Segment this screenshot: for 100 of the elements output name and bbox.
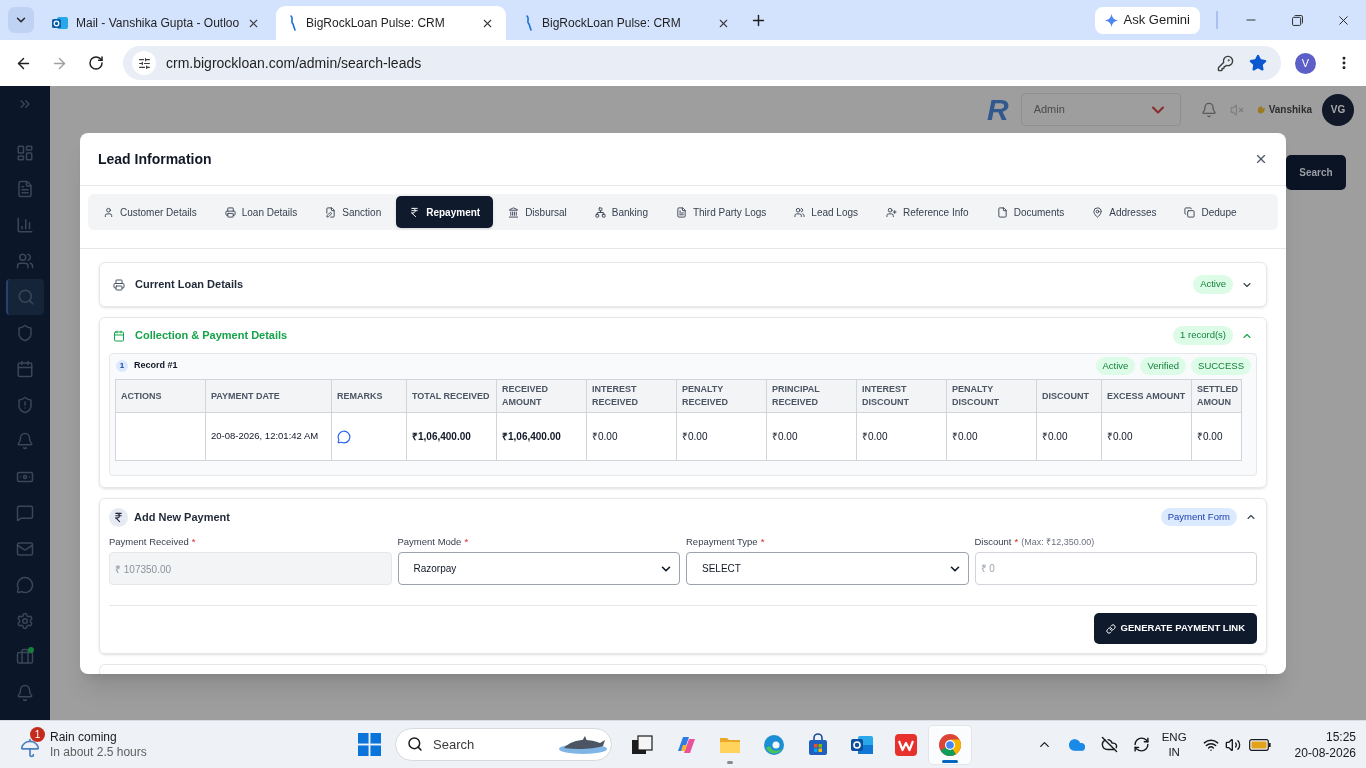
search-field[interactable]: Search bbox=[395, 728, 612, 761]
mail-icon bbox=[16, 540, 34, 558]
region-text[interactable]: IN bbox=[1168, 744, 1180, 760]
settings-icon bbox=[16, 612, 34, 630]
modal-tab[interactable]: Disbursal bbox=[495, 196, 580, 228]
site-info-icon[interactable] bbox=[137, 56, 151, 70]
column-header: INTEREST RECEIVED bbox=[586, 379, 677, 413]
user-avatar[interactable]: VG bbox=[1322, 93, 1354, 126]
search-icon bbox=[17, 288, 35, 306]
status-badge: Verified bbox=[1140, 356, 1187, 376]
required-mark: * bbox=[191, 535, 196, 550]
column-header: EXCESS AMOUNT bbox=[1101, 379, 1192, 413]
column-header: REMARKS bbox=[331, 379, 407, 413]
profile-avatar[interactable]: V bbox=[1295, 52, 1316, 74]
record-title: Record #1 bbox=[134, 359, 178, 373]
close-icon[interactable] bbox=[1254, 152, 1268, 166]
modal-tab[interactable]: Lead Logs bbox=[781, 196, 872, 228]
table-cell: ₹0.00 bbox=[1101, 412, 1192, 461]
column-header: PAYMENT DATE bbox=[205, 379, 332, 413]
modal-tab[interactable]: Third Party Logs bbox=[662, 196, 780, 228]
bell-icon bbox=[16, 684, 34, 702]
column-header: RECEIVED AMOUNT bbox=[496, 379, 587, 413]
volume-icon[interactable] bbox=[1224, 736, 1241, 753]
map-pin-icon bbox=[1092, 206, 1104, 218]
form-badge: Payment Form bbox=[1160, 507, 1237, 527]
ask-gemini-button[interactable]: Ask Gemini bbox=[1094, 6, 1200, 34]
select-field[interactable]: Razorpay bbox=[397, 552, 680, 585]
clock-date[interactable]: 20-08-2026 bbox=[1294, 744, 1356, 761]
record-number-badge: 1 bbox=[116, 360, 128, 372]
field-label: Repayment Type bbox=[686, 535, 758, 550]
shield-icon bbox=[16, 324, 34, 342]
network-icon bbox=[594, 206, 606, 218]
battery-icon[interactable] bbox=[1248, 738, 1271, 751]
section-title: Current Loan Details bbox=[135, 277, 244, 293]
clock-time[interactable]: 15:25 bbox=[1325, 728, 1356, 745]
document-icon bbox=[16, 180, 34, 198]
chat-bubble-icon[interactable] bbox=[337, 429, 351, 444]
modal-tab[interactable]: Customer Details bbox=[90, 196, 210, 228]
status-badge: Active bbox=[1095, 356, 1136, 376]
browser-tab[interactable]: Mail - Vanshika Gupta - Outloo bbox=[40, 6, 270, 40]
modal-title: Lead Information bbox=[98, 149, 212, 169]
input-field[interactable]: ₹ 0 bbox=[974, 552, 1257, 585]
column-header: SETTLED AMOUN bbox=[1191, 379, 1242, 413]
search-icon bbox=[407, 736, 423, 752]
sync-icon[interactable] bbox=[1132, 736, 1150, 753]
bar-chart-icon bbox=[16, 216, 34, 234]
language-text[interactable]: ENG bbox=[1161, 729, 1187, 745]
user-plus-icon bbox=[886, 206, 898, 218]
rupee-icon bbox=[113, 511, 124, 523]
copy-icon bbox=[1184, 206, 1196, 218]
select-field[interactable]: SELECT bbox=[686, 552, 969, 585]
file-pen-icon bbox=[325, 206, 337, 218]
cloud-off-icon[interactable] bbox=[1100, 736, 1118, 753]
column-header: PRINCIPAL RECEIVED bbox=[766, 379, 857, 413]
bank-icon bbox=[508, 206, 520, 218]
field-hint: (Max: ₹12,350.00) bbox=[1021, 535, 1095, 549]
modal-tab[interactable]: Addresses bbox=[1079, 196, 1170, 228]
site-logo-icon bbox=[524, 15, 534, 31]
required-mark: * bbox=[760, 535, 765, 550]
column-header: PENALTY RECEIVED bbox=[676, 379, 767, 413]
calendar-icon bbox=[16, 360, 34, 378]
user-name: Vanshika bbox=[1268, 103, 1312, 117]
modal-tab[interactable]: Dedupe bbox=[1171, 196, 1250, 228]
field-label: Payment Received bbox=[109, 535, 189, 550]
column-header: DISCOUNT bbox=[1036, 379, 1102, 413]
browser-tab[interactable]: BigRockLoan Pulse: CRM bbox=[512, 6, 742, 40]
store-bag-icon bbox=[806, 732, 830, 757]
umbrella-icon bbox=[20, 737, 40, 758]
file-icon bbox=[996, 206, 1008, 218]
task-view-icon bbox=[630, 732, 654, 757]
column-header: INTEREST DISCOUNT bbox=[856, 379, 947, 413]
bell-icon[interactable] bbox=[1200, 101, 1217, 118]
modal-tab[interactable]: Loan Details bbox=[211, 196, 311, 228]
generate-link-button[interactable]: GENERATE PAYMENT LINK bbox=[1093, 613, 1257, 644]
modal-tab[interactable]: Reference Info bbox=[873, 196, 982, 228]
briefcase-icon bbox=[16, 648, 34, 666]
table-cell: ₹0.00 bbox=[946, 412, 1037, 461]
reload-icon[interactable] bbox=[88, 55, 104, 71]
table-cell: 20-08-2026, 12:01:42 AM bbox=[205, 412, 332, 461]
tab-list-button[interactable] bbox=[8, 7, 34, 33]
sparkle-icon bbox=[1104, 13, 1118, 27]
link-icon bbox=[1105, 623, 1116, 634]
search-button[interactable]: Search bbox=[1286, 155, 1346, 190]
browser-tab[interactable]: BigRockLoan Pulse: CRM bbox=[276, 6, 506, 40]
table-cell: ₹0.00 bbox=[1191, 412, 1242, 461]
address-bar[interactable]: crm.bigrockloan.com/admin/search-leads bbox=[123, 46, 1281, 80]
modal-tab[interactable]: Documents bbox=[983, 196, 1078, 228]
modal-tab[interactable]: Banking bbox=[581, 196, 661, 228]
restore-icon bbox=[1291, 14, 1303, 26]
weather-title: Rain coming bbox=[50, 729, 118, 745]
table-cell: ₹1,06,400.00 bbox=[406, 412, 497, 461]
document-icon bbox=[675, 206, 687, 218]
modal-tab[interactable]: Repayment bbox=[396, 196, 494, 228]
column-header: TOTAL RECEIVED bbox=[406, 379, 497, 413]
key-icon[interactable] bbox=[1217, 54, 1234, 72]
column-header: PENALTY DISCOUNT bbox=[946, 379, 1037, 413]
star-filled-icon[interactable] bbox=[1249, 54, 1267, 72]
required-mark: * bbox=[464, 535, 469, 550]
emoji-icon bbox=[1256, 105, 1266, 114]
modal-tab[interactable]: Sanction bbox=[312, 196, 395, 228]
